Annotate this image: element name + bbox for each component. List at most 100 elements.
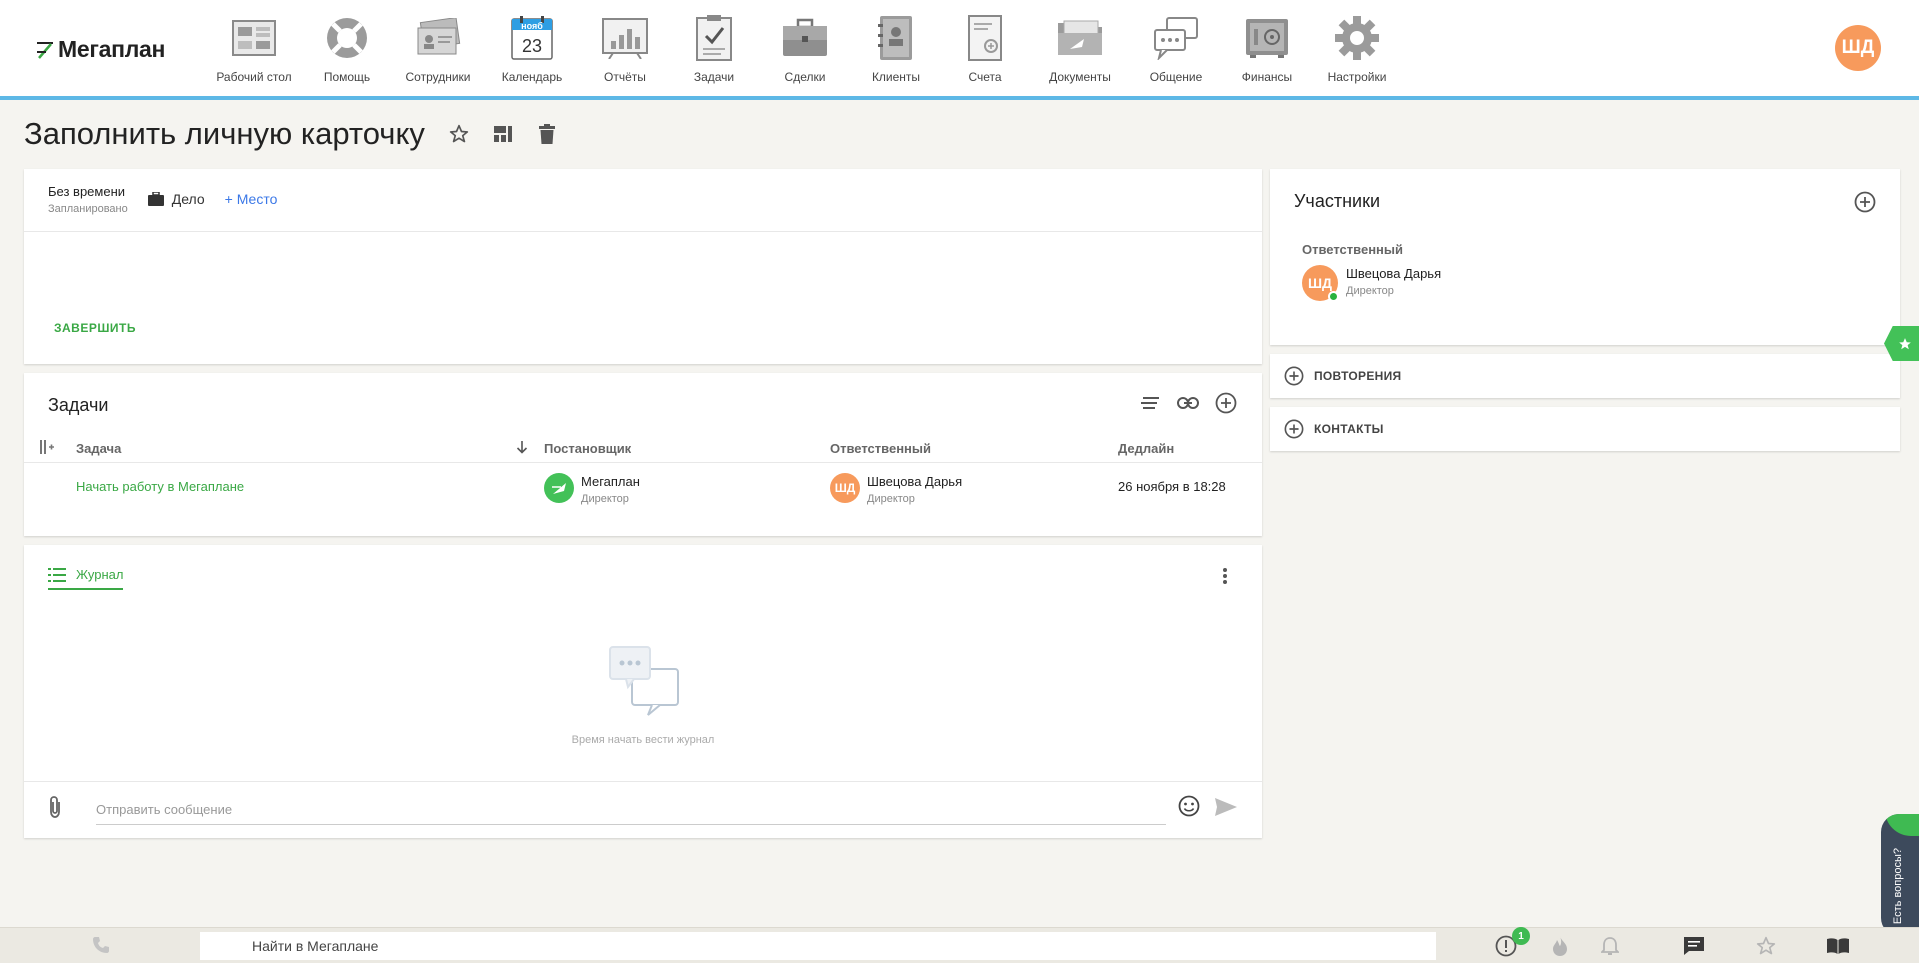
more-vertical-icon[interactable] xyxy=(1222,567,1228,590)
column-header-task[interactable]: Задача xyxy=(76,441,121,456)
nav-item-invoices[interactable]: Счета xyxy=(944,12,1026,84)
calendar-month: нояб xyxy=(521,21,543,31)
nav-label: Счета xyxy=(968,70,1002,84)
calendar-icon: нояб 23 xyxy=(504,12,560,64)
bell-icon[interactable] xyxy=(1598,934,1622,958)
calendar-day: 23 xyxy=(521,36,543,56)
page-title-row: Заполнить личную карточку xyxy=(24,116,579,152)
open-book-icon[interactable] xyxy=(1826,934,1850,958)
star-icon xyxy=(1899,337,1911,349)
nav-item-reports[interactable]: Отчёты xyxy=(584,12,666,84)
contacts-panel: КОНТАКТЫ xyxy=(1270,407,1900,451)
flame-icon[interactable] xyxy=(1548,934,1572,958)
nav-item-deals[interactable]: Сделки xyxy=(762,12,848,84)
global-search-input[interactable] xyxy=(200,932,1436,960)
nav-item-help[interactable]: Помощь xyxy=(306,12,388,84)
emoji-icon[interactable] xyxy=(1178,795,1200,822)
delete-trash-icon[interactable] xyxy=(535,122,559,146)
repeats-toggle[interactable]: ПОВТОРЕНИЯ xyxy=(1284,366,1401,386)
task-link[interactable]: Начать работу в Мегаплане xyxy=(76,479,244,494)
nav-item-documents[interactable]: Документы xyxy=(1034,12,1126,84)
user-avatar[interactable]: ШД xyxy=(1835,25,1881,71)
invoices-icon xyxy=(957,12,1013,64)
event-type-label: Дело xyxy=(171,191,205,207)
nav-label: Финансы xyxy=(1241,70,1293,84)
participant-initials: ШД xyxy=(1307,275,1333,291)
nav-item-calendar[interactable]: нояб 23 Календарь xyxy=(488,12,576,84)
responsible-role: Директор xyxy=(867,493,915,505)
main-nav: Рабочий стол Помощь Сотрудники нояб 23 К… xyxy=(210,12,1406,84)
event-card: Без времени Запланировано Дело + Место З… xyxy=(24,169,1262,364)
sort-lines-icon[interactable] xyxy=(1138,391,1162,415)
nav-label: Документы xyxy=(1049,70,1111,84)
tab-journal-label: Журнал xyxy=(76,567,124,582)
nav-item-chat[interactable]: Общение xyxy=(1134,12,1218,84)
tasks-toolbar xyxy=(1138,391,1238,415)
add-place-link[interactable]: + Место xyxy=(225,191,278,207)
table-row[interactable]: Начать работу в Мегаплане Мегаплан Дирек… xyxy=(24,473,1262,521)
tab-journal[interactable]: Журнал xyxy=(48,567,124,590)
event-time-value: Без времени xyxy=(48,184,126,199)
favorites-star-icon[interactable] xyxy=(1754,934,1778,958)
megaplan-logo[interactable]: Мегаплан xyxy=(36,36,165,63)
task-setter[interactable]: Мегаплан Директор xyxy=(544,473,640,505)
sort-arrow-down-icon[interactable] xyxy=(516,440,528,457)
help-side-tab[interactable]: Есть вопросы? xyxy=(1881,814,1919,936)
phone-icon[interactable] xyxy=(92,936,110,959)
participant-avatar: ШД xyxy=(1302,265,1339,302)
responsible-avatar: ШД xyxy=(830,473,860,503)
add-circle-icon[interactable] xyxy=(1214,391,1238,415)
tasks-title: Задачи xyxy=(48,395,109,415)
megaplan-logo-icon xyxy=(37,41,53,59)
nav-label: Рабочий стол xyxy=(216,70,292,84)
participant-role-label: Ответственный xyxy=(1302,242,1403,257)
nav-item-settings[interactable]: Настройки xyxy=(1316,12,1398,84)
event-status: Запланировано xyxy=(48,203,128,215)
reports-icon xyxy=(597,12,653,64)
megaplan-avatar-icon xyxy=(544,473,574,503)
send-icon[interactable] xyxy=(1214,797,1238,822)
event-type[interactable]: Дело xyxy=(147,191,205,207)
nav-item-employees[interactable]: Сотрудники xyxy=(396,12,480,84)
nav-item-clients[interactable]: Клиенты xyxy=(856,12,936,84)
deals-icon xyxy=(777,12,833,64)
participant-name: Швецова Дарья xyxy=(1346,266,1442,281)
board-view-icon[interactable] xyxy=(491,122,515,146)
top-navigation-bar: Мегаплан Рабочий стол Помощь Сотрудники … xyxy=(0,0,1919,100)
nav-item-tasks[interactable]: Задачи xyxy=(674,12,754,84)
divider xyxy=(24,231,1262,232)
setter-name: Мегаплан xyxy=(581,474,640,489)
logo-text: Мегаплан xyxy=(58,36,166,62)
message-input[interactable] xyxy=(96,795,1166,825)
favorite-star-icon[interactable] xyxy=(447,122,471,146)
event-time[interactable]: Без времени Запланировано xyxy=(48,184,128,215)
link-icon[interactable] xyxy=(1176,391,1200,415)
responsible-name: Швецова Дарья xyxy=(867,474,963,489)
repeats-panel: ПОВТОРЕНИЯ xyxy=(1270,354,1900,398)
messages-icon[interactable] xyxy=(1682,934,1706,958)
column-header-responsible[interactable]: Ответственный xyxy=(830,441,931,456)
nav-label: Сделки xyxy=(784,70,826,84)
clients-icon xyxy=(868,12,924,64)
bottom-bar: 1 xyxy=(0,927,1919,963)
contacts-toggle[interactable]: КОНТАКТЫ xyxy=(1284,419,1384,439)
nav-label: Помощь xyxy=(323,70,371,84)
repeats-label: ПОВТОРЕНИЯ xyxy=(1314,369,1402,383)
nav-item-finances[interactable]: Финансы xyxy=(1226,12,1308,84)
task-deadline: 26 ноября в 18:28 xyxy=(1118,479,1226,494)
alerts-icon[interactable]: 1 xyxy=(1494,927,1530,958)
contacts-label: КОНТАКТЫ xyxy=(1314,422,1384,436)
participant-person[interactable]: ШД Швецова Дарья Директор xyxy=(1302,265,1442,302)
participants-panel: Участники Ответственный ШД Швецова Дарья… xyxy=(1270,169,1900,345)
paperclip-icon[interactable] xyxy=(48,795,62,824)
tasks-table-header: Задача Постановщик Ответственный Дедлайн xyxy=(24,437,1262,463)
column-settings-icon[interactable] xyxy=(40,440,54,457)
column-header-deadline[interactable]: Дедлайн xyxy=(1118,441,1174,456)
task-responsible[interactable]: ШД Швецова Дарья Директор xyxy=(830,473,962,505)
lifebuoy-icon xyxy=(319,12,375,64)
nav-item-desktop[interactable]: Рабочий стол xyxy=(210,12,298,84)
finish-button[interactable]: ЗАВЕРШИТЬ xyxy=(54,321,136,335)
expand-plus-icon xyxy=(1284,366,1304,386)
column-header-setter[interactable]: Постановщик xyxy=(544,441,631,456)
add-participant-icon[interactable] xyxy=(1854,191,1876,218)
